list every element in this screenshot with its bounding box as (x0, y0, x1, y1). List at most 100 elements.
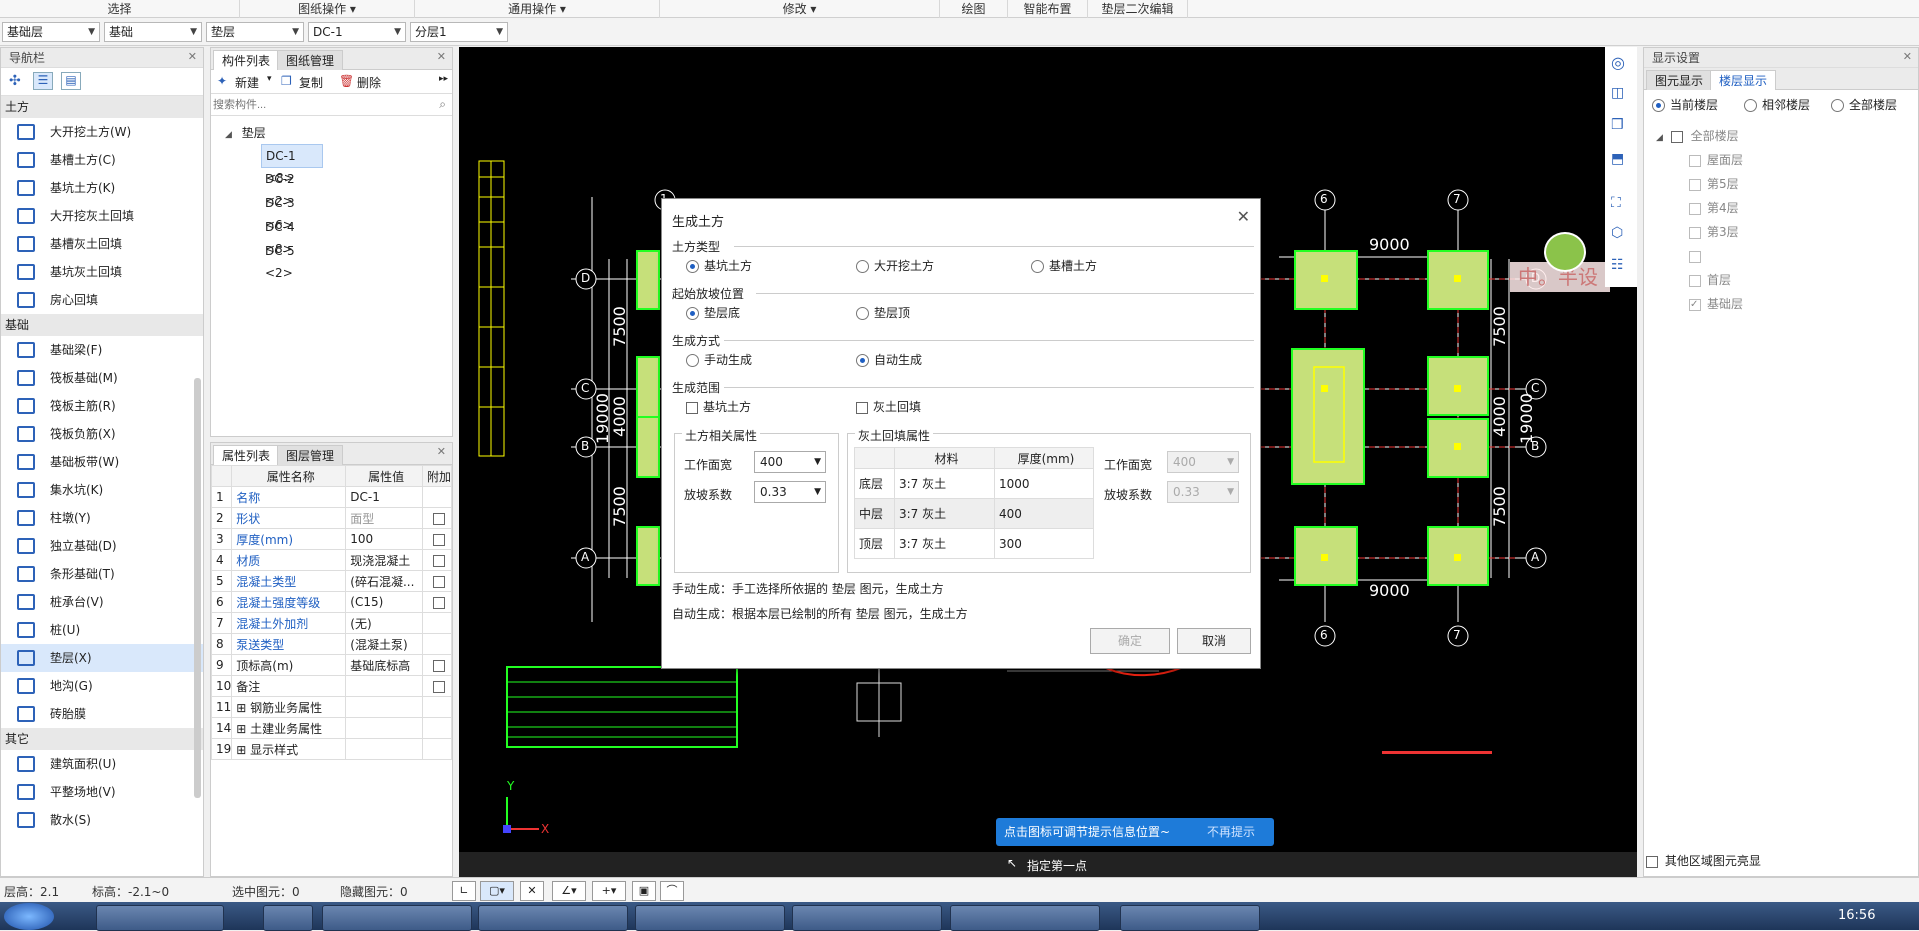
nav-item[interactable]: 建筑面积(U) (1, 750, 203, 778)
nav-item[interactable]: 条形基础(T) (1, 560, 203, 588)
taskbar-app-1[interactable] (96, 905, 224, 931)
radio-manual[interactable]: 手动生成 (686, 351, 752, 368)
table-row[interactable]: 10 备注 (210, 675, 453, 697)
ribbon-smart-layout[interactable]: 智能布置 (1008, 0, 1088, 18)
ribbon-common-ops[interactable]: 通用操作 ▾ (415, 0, 660, 18)
3d-view-icon[interactable]: ◫ (1611, 85, 1624, 101)
layer-icon[interactable]: ▣ (632, 881, 656, 901)
nav-item[interactable]: 集水坑(K) (1, 476, 203, 504)
nav-item[interactable]: 垫层(X) (1, 644, 203, 672)
table-row[interactable]: 1 名称 DC-1 (210, 486, 453, 508)
ribbon-drawing-ops[interactable]: 图纸操作 ▾ (240, 0, 415, 18)
component-select[interactable]: DC-1 ▼ (308, 22, 406, 42)
table-row[interactable]: 中层 3:7 灰土 400 (854, 498, 1094, 529)
nav-item[interactable]: 独立基础(D) (1, 532, 203, 560)
checkbox[interactable] (432, 533, 445, 546)
nav-item[interactable]: 房心回填 (1, 286, 203, 314)
layer-select[interactable]: 分层1 ▼ (410, 22, 508, 42)
nav-item[interactable]: 桩(U) (1, 616, 203, 644)
nav-scrollbar[interactable] (194, 378, 201, 798)
search-input[interactable] (213, 96, 433, 113)
taskbar-app-5[interactable] (635, 905, 785, 931)
ok-button[interactable]: 确定 (1090, 628, 1170, 654)
table-row[interactable]: 顶层 3:7 灰土 300 (854, 528, 1094, 559)
close-icon[interactable]: ✕ (437, 445, 446, 458)
tab-drawing-manage[interactable]: 图纸管理 (277, 50, 344, 70)
table-row[interactable]: 7 混凝土外加剂 (无) (210, 612, 453, 634)
nav-item[interactable]: 基槽土方(C) (1, 146, 203, 174)
component-item[interactable]: DC-3 <6> (261, 192, 323, 232)
radio-pit[interactable]: 基坑土方 (686, 257, 752, 274)
close-icon[interactable]: ✕ (1903, 50, 1912, 63)
category-select[interactable]: 基础 ▼ (104, 22, 202, 42)
ribbon-cushion-edit[interactable]: 垫层二次编辑 (1088, 0, 1188, 18)
checkbox[interactable] (432, 512, 445, 525)
chevron-down-icon[interactable]: ▾ (267, 74, 272, 84)
orbit-icon[interactable]: ◎ (1611, 53, 1625, 72)
floor-item[interactable]: ✓ 基础层 (1644, 292, 1918, 316)
other-area-highlight[interactable]: 其他区域图元亮显 (1644, 852, 1761, 872)
nav-section[interactable]: 基础 (1, 314, 203, 336)
floor-select[interactable]: 基础层 ▼ (2, 22, 100, 42)
radio-auto[interactable]: 自动生成 (856, 351, 922, 368)
search-icon[interactable]: ⌕ (439, 97, 446, 112)
table-row[interactable]: 6 混凝土强度等级 (C15) (210, 591, 453, 613)
taskbar-app-2[interactable] (263, 905, 313, 931)
nav-item[interactable]: 基坑土方(K) (1, 174, 203, 202)
nav-item[interactable]: 大开挖灰土回填 (1, 202, 203, 230)
floor-item[interactable]: 第4层 (1644, 196, 1918, 220)
taskbar-app-8[interactable] (1120, 905, 1260, 931)
taskbar-app-3[interactable] (322, 905, 472, 931)
snap-icon[interactable]: ▢▾ (480, 881, 514, 901)
detail-view-icon[interactable]: ▤ (61, 72, 81, 90)
box-select-icon[interactable]: ⬡ (1611, 225, 1623, 241)
close-icon[interactable]: ✕ (437, 50, 446, 63)
table-row[interactable]: 5 混凝土类型 (碎石混凝... (210, 570, 453, 592)
tab-properties[interactable]: 属性列表 (213, 445, 280, 465)
nav-item[interactable]: 筏板主筋(R) (1, 392, 203, 420)
more-icon[interactable]: ▸▸ (439, 74, 448, 84)
radio-current-floor[interactable]: 当前楼层 (1652, 96, 1718, 113)
expand-icon[interactable]: ◢ (1656, 133, 1663, 143)
table-row[interactable]: 3 厚度(mm) 100 (210, 528, 453, 550)
copy-button[interactable]: 复制 (299, 74, 323, 91)
nav-item[interactable]: 大开挖土方(W) (1, 118, 203, 146)
fill-slope-coef-select[interactable]: 0.33 ▼ (1167, 481, 1239, 503)
nav-section[interactable]: 土方 (1, 96, 203, 118)
radio-adjacent-floor[interactable]: 相邻楼层 (1744, 96, 1810, 113)
floor-item[interactable]: 第3层 (1644, 220, 1918, 244)
checkbox[interactable] (1670, 130, 1683, 143)
ortho-icon[interactable]: ∟ (452, 881, 476, 901)
check-backfill[interactable]: 灰土回填 (856, 398, 921, 415)
nav-item[interactable]: 散水(S) (1, 806, 203, 834)
taskbar-app-4[interactable] (478, 905, 628, 931)
tip-banner[interactable]: 点击图标可调节提示信息位置~ 不再提示 (996, 818, 1274, 846)
nav-section[interactable]: 其它 (1, 728, 203, 750)
tree-root[interactable]: ◢ 全部楼层 (1644, 124, 1918, 148)
close-icon[interactable]: ✕ (188, 50, 197, 63)
checkbox[interactable] (432, 554, 445, 567)
component-item[interactable]: DC-2 <2> (261, 168, 323, 208)
floor-item[interactable] (1644, 244, 1918, 268)
nav-item[interactable]: 基坑灰土回填 (1, 258, 203, 286)
checkbox[interactable] (432, 596, 445, 609)
component-item[interactable]: DC-4 <8> (261, 216, 323, 256)
layer-settings-icon[interactable]: ☷ (1611, 257, 1624, 273)
nav-item[interactable]: 砖胎膜 (1, 700, 203, 728)
list-view-icon[interactable]: ☰ (33, 72, 53, 90)
radio-open-cut[interactable]: 大开挖土方 (856, 257, 934, 274)
expand-icon[interactable]: ◢ (225, 130, 232, 140)
angle-icon[interactable]: ∠▾ (552, 881, 586, 901)
checkbox[interactable] (432, 680, 445, 693)
pin-icon[interactable]: ✣ (9, 73, 21, 89)
nav-item[interactable]: 地沟(G) (1, 672, 203, 700)
table-row[interactable]: 底层 3:7 灰土 1000 (854, 468, 1094, 499)
nav-item[interactable]: 桩承台(V) (1, 588, 203, 616)
close-icon[interactable]: ✕ (1237, 207, 1250, 226)
checkbox[interactable] (432, 659, 445, 672)
tab-element-display[interactable]: 图元显示 (1646, 70, 1713, 90)
nav-item[interactable]: 柱墩(Y) (1, 504, 203, 532)
expand-icon[interactable]: ⊞ (236, 743, 250, 757)
table-row[interactable]: 8 泵送类型 (混凝土泵) (210, 633, 453, 655)
fill-face-width-select[interactable]: 400 ▼ (1167, 451, 1239, 473)
